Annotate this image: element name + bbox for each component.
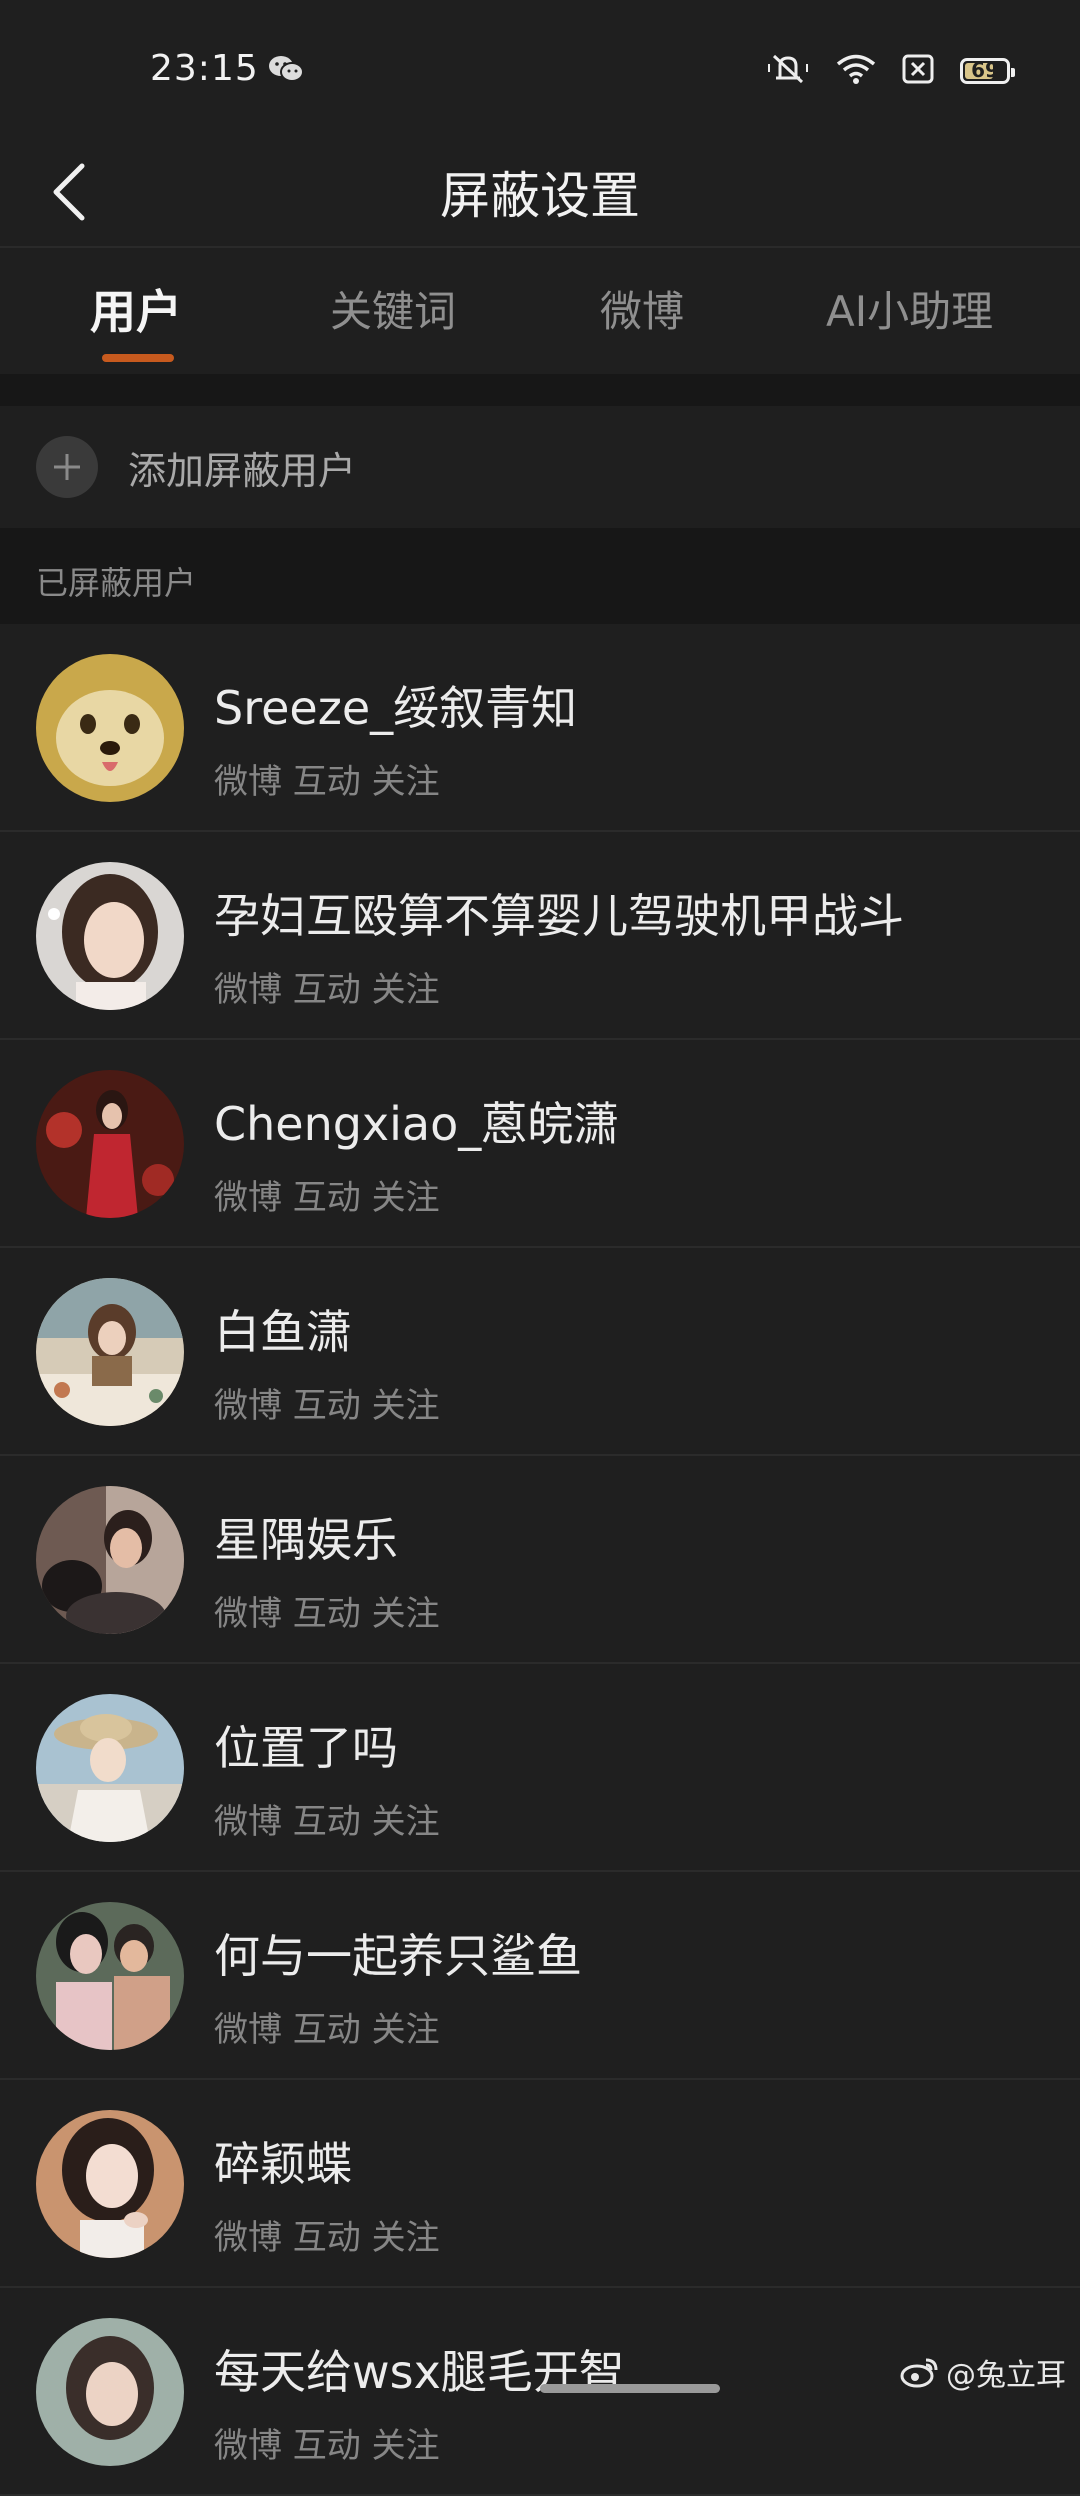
avatar: [36, 1486, 184, 1634]
divider: [0, 374, 1080, 406]
sim-x-icon: [902, 54, 934, 88]
tab-weibo[interactable]: 微博: [600, 278, 684, 339]
list-item[interactable]: Chengxiao_蒽皖潇 微博 互动 关注: [0, 1040, 1080, 1248]
user-name: 白鱼潇: [214, 1305, 352, 1359]
watermark-text: @兔立耳: [946, 2358, 1066, 2393]
mute-icon: [766, 52, 810, 90]
avatar: [36, 2110, 184, 2258]
user-name: 星隅娱乐: [214, 1513, 398, 1567]
status-icons: 69: [766, 52, 1015, 90]
tab-bar: 用户 关键词 微博 AI小助理: [0, 248, 1080, 372]
tab-keywords[interactable]: 关键词: [330, 278, 456, 339]
list-item[interactable]: 碎颖蝶 微博 互动 关注: [0, 2080, 1080, 2288]
user-meta: 微博 互动 关注: [214, 1594, 440, 1634]
watermark: @兔立耳: [900, 2350, 1066, 2394]
user-meta: 微博 互动 关注: [214, 2010, 440, 2050]
header: 屏蔽设置: [0, 140, 1080, 248]
user-meta: 微博 互动 关注: [214, 1178, 440, 1218]
page-title: 屏蔽设置: [440, 167, 640, 225]
list-item[interactable]: 位置了吗 微博 互动 关注: [0, 1664, 1080, 1872]
avatar: [36, 1902, 184, 2050]
list-item[interactable]: 孕妇互殴算不算婴儿驾驶机甲战斗 微博 互动 关注: [0, 832, 1080, 1040]
plus-icon: [36, 436, 98, 498]
status-bar: 23:15 69: [0, 0, 1080, 140]
list-item[interactable]: 星隅娱乐 微博 互动 关注: [0, 1456, 1080, 1664]
user-name: 何与一起养只鲨鱼: [214, 1929, 582, 1983]
user-meta: 微博 互动 关注: [214, 1386, 440, 1426]
wifi-icon: [836, 53, 876, 89]
section-header: 已屏蔽用户: [0, 528, 1080, 624]
avatar: [36, 2318, 184, 2466]
tab-indicator: [102, 354, 174, 362]
tab-ai-assistant[interactable]: AI小助理: [826, 278, 993, 339]
list-item[interactable]: 何与一起养只鲨鱼 微博 互动 关注: [0, 1872, 1080, 2080]
battery-icon: 69: [960, 58, 1015, 84]
user-meta: 微博 互动 关注: [214, 1802, 440, 1842]
avatar: [36, 1694, 184, 1842]
weibo-logo-icon: [900, 2358, 938, 2388]
avatar: [36, 1070, 184, 1218]
user-meta: 微博 互动 关注: [214, 2218, 440, 2258]
user-name: Sreeze_绥叙青知: [214, 681, 578, 735]
user-name: 孕妇互殴算不算婴儿驾驶机甲战斗: [214, 889, 904, 943]
add-blocked-user-label: 添加屏蔽用户: [128, 448, 357, 493]
user-name: 位置了吗: [214, 1721, 398, 1775]
avatar: [36, 654, 184, 802]
add-blocked-user-button[interactable]: 添加屏蔽用户: [0, 406, 1080, 528]
user-meta: 微博 互动 关注: [214, 970, 440, 1010]
battery-level: 69: [971, 58, 999, 82]
avatar: [36, 862, 184, 1010]
tab-users[interactable]: 用户: [90, 276, 182, 342]
wechat-icon: [268, 54, 304, 88]
avatar: [36, 1278, 184, 1426]
user-name: 碎颖蝶: [214, 2137, 352, 2191]
user-meta: 微博 互动 关注: [214, 2426, 440, 2466]
list-item[interactable]: Sreeze_绥叙青知 微博 互动 关注: [0, 624, 1080, 832]
user-name: Chengxiao_蒽皖潇: [214, 1097, 620, 1151]
list-item[interactable]: 白鱼潇 微博 互动 关注: [0, 1248, 1080, 1456]
section-label: 已屏蔽用户: [36, 564, 197, 602]
status-time: 23:15: [150, 48, 259, 89]
blocked-user-list: Sreeze_绥叙青知 微博 互动 关注 孕妇互殴算不算婴儿驾驶机甲战斗 微博 …: [0, 624, 1080, 2496]
user-meta: 微博 互动 关注: [214, 762, 440, 802]
home-indicator[interactable]: [540, 2384, 720, 2393]
